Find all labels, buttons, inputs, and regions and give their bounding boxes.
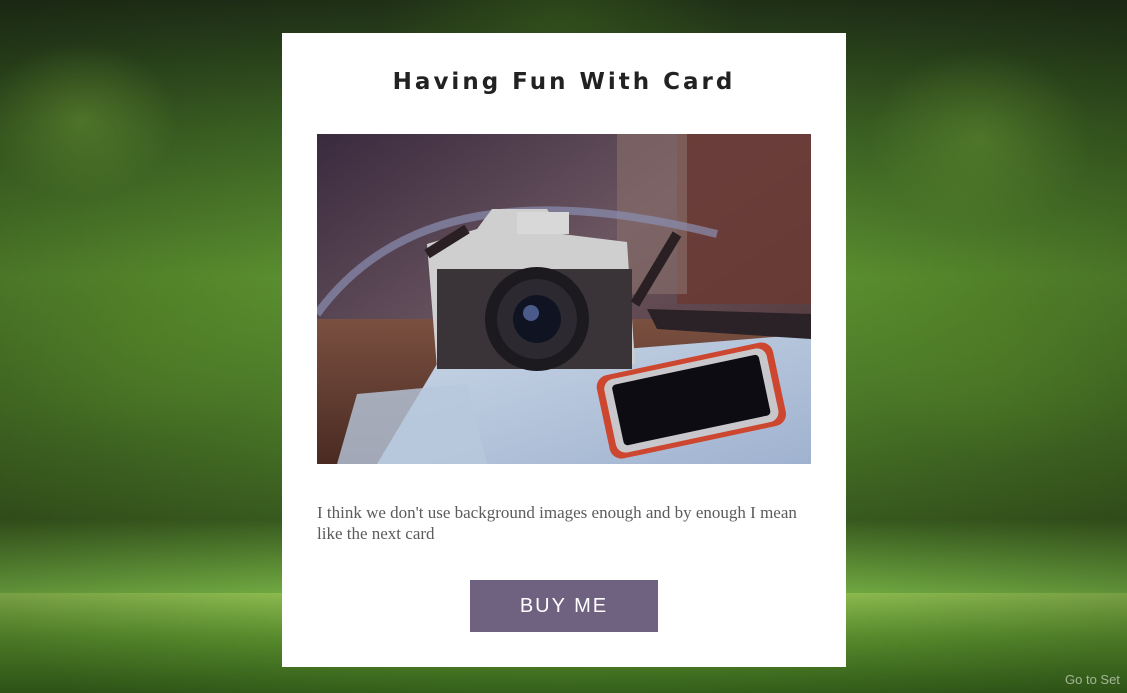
activation-watermark: Go to Set: [1065, 672, 1120, 687]
card-image: [317, 134, 811, 464]
buy-button[interactable]: BUY ME: [470, 580, 658, 632]
card-description: I think we don't use background images e…: [317, 503, 797, 543]
product-card: Having Fun With Card I think we don't us…: [282, 33, 846, 667]
card-title: Having Fun With Card: [392, 69, 736, 95]
